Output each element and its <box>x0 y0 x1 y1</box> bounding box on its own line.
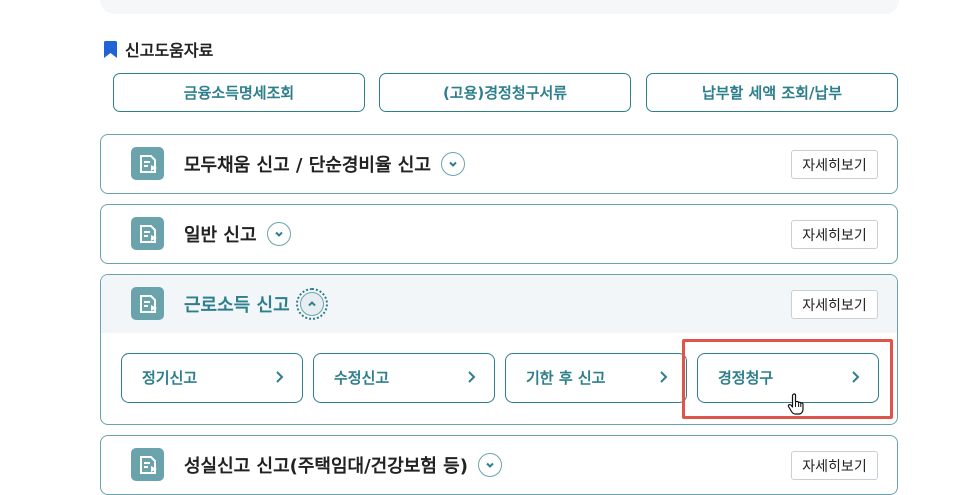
accordion-general-filing: 일반 신고 자세히보기 <box>100 204 898 264</box>
top-card <box>100 0 899 14</box>
section-title: 신고도움자료 <box>125 41 214 60</box>
collapse-toggle[interactable] <box>295 288 328 320</box>
detail-button[interactable]: 자세히보기 <box>791 451 878 480</box>
option-label: 기한 후 신고 <box>526 369 606 387</box>
financial-income-lookup-button[interactable]: 금융소득명세조회 <box>113 73 365 112</box>
document-icon <box>131 217 164 250</box>
accordion-faithful-filing: 성실신고 신고(주택임대/건강보험 등) 자세히보기 <box>100 435 898 495</box>
chevron-right-icon <box>468 371 476 383</box>
chevron-right-icon <box>660 371 668 383</box>
chevron-right-icon <box>852 371 860 383</box>
option-label: 수정신고 <box>334 369 390 387</box>
accordion-earned-income-filing: 근로소득 신고 자세히보기 정기신고 수정신고 기한 후 신고 경정청구 <box>100 274 898 425</box>
detail-button[interactable]: 자세히보기 <box>791 150 878 179</box>
option-label: 정기신고 <box>142 369 198 387</box>
bookmark-icon <box>104 40 117 58</box>
chevron-up-icon <box>307 301 316 307</box>
accordion-header[interactable]: 성실신고 신고(주택임대/건강보험 등) 자세히보기 <box>101 436 897 494</box>
expand-toggle[interactable] <box>266 222 291 246</box>
late-filing-button[interactable]: 기한 후 신고 <box>505 353 687 403</box>
hand-pointer-icon <box>787 393 804 415</box>
regular-filing-button[interactable]: 정기신고 <box>121 353 303 403</box>
option-label: 경정청구 <box>718 369 774 387</box>
accordion-simple-filing: 모두채움 신고 / 단순경비율 신고 자세히보기 <box>100 134 898 194</box>
document-icon <box>131 448 164 481</box>
tax-payment-button[interactable]: 납부할 세액 조회/납부 <box>646 73 898 112</box>
accordion-header[interactable]: 근로소득 신고 자세히보기 <box>101 275 897 333</box>
chevron-right-icon <box>276 371 284 383</box>
amended-filing-button[interactable]: 수정신고 <box>313 353 495 403</box>
detail-button[interactable]: 자세히보기 <box>791 220 878 249</box>
chevron-down-icon <box>274 231 283 237</box>
accordion-title: 성실신고 신고(주택임대/건강보험 등) <box>184 456 468 477</box>
chevron-down-icon <box>449 161 457 167</box>
document-icon <box>131 147 164 180</box>
detail-button[interactable]: 자세히보기 <box>791 290 878 319</box>
accordion-title: 모두채움 신고 / 단순경비율 신고 <box>184 155 431 176</box>
document-icon <box>131 287 164 320</box>
accordion-header[interactable]: 모두채움 신고 / 단순경비율 신고 자세히보기 <box>101 135 897 193</box>
accordion-title: 근로소득 신고 <box>184 295 290 316</box>
chevron-down-icon <box>486 462 494 468</box>
correction-claim-documents-button[interactable]: (고용)경정청구서류 <box>379 73 631 112</box>
section-header: 신고도움자료 <box>104 37 213 61</box>
accordion-title: 일반 신고 <box>184 225 257 246</box>
expand-toggle[interactable] <box>477 453 502 477</box>
accordion-header[interactable]: 일반 신고 자세히보기 <box>101 205 897 263</box>
expand-toggle[interactable] <box>440 152 465 176</box>
